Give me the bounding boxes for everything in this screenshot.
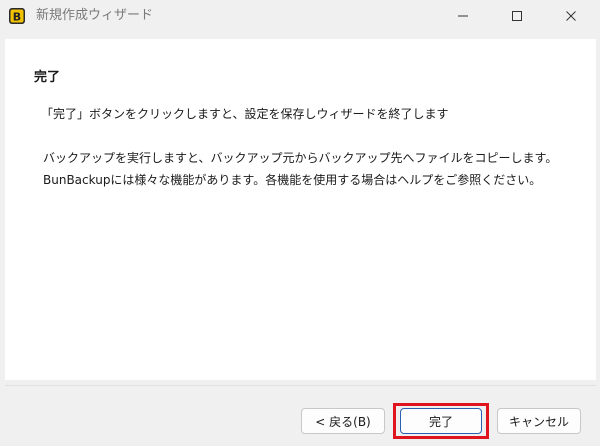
maximize-icon (512, 11, 522, 21)
info-text-help: BunBackupには様々な機能があります。各機能を使用する場合はヘルプをご参照… (43, 173, 542, 187)
app-icon: B (8, 7, 26, 25)
minimize-button[interactable] (440, 0, 486, 32)
page-heading: 完了 (34, 70, 61, 85)
finish-button[interactable]: 完了 (400, 408, 482, 434)
svg-text:B: B (13, 11, 21, 24)
back-button[interactable]: < 戻る(B) (301, 408, 385, 434)
info-text-backup: バックアップを実行しますと、バックアップ元からバックアップ先へファイルをコピーし… (43, 151, 558, 165)
footer-separator (5, 385, 596, 386)
close-button[interactable] (548, 0, 594, 32)
content-panel (5, 39, 596, 380)
cancel-button[interactable]: キャンセル (497, 408, 581, 434)
title-bar: B 新規作成ウィザード (0, 0, 600, 32)
minimize-icon (458, 15, 468, 17)
window-title: 新規作成ウィザード (36, 8, 154, 23)
close-icon (566, 11, 576, 21)
maximize-button[interactable] (494, 0, 540, 32)
instruction-text: 「完了」ボタンをクリックしますと、設定を保存しウィザードを終了します (41, 107, 449, 121)
